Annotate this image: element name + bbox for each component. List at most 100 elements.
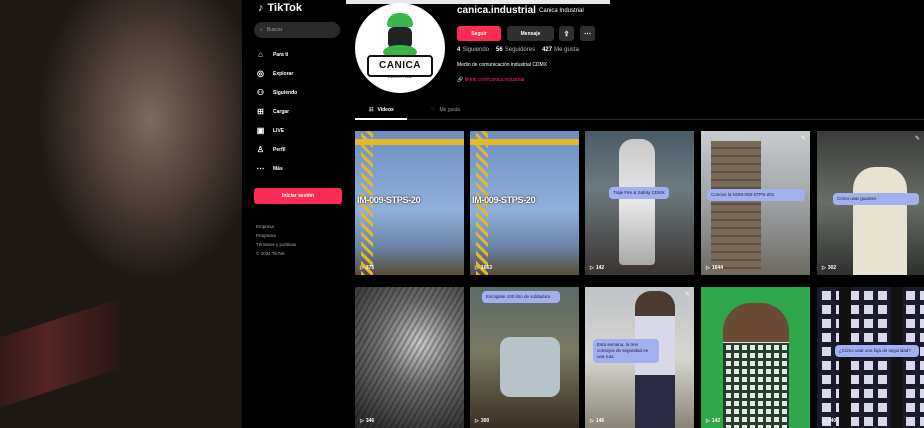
sidebar-item-siguiendo[interactable]: ⚇ Siguiendo [256,83,340,102]
profile-stats: 4 Siguiendo 56 Seguidores 427 Me gusta [457,47,579,53]
view-count-value: 346 [365,418,375,424]
video-thumbnail-figure [853,167,907,275]
video-overlay-text: IM-009-STPS-20 [472,195,536,205]
more-options-button[interactable]: ⋯ [580,26,595,41]
sidebar-item-label: Perfil [273,146,286,153]
video-tile[interactable]: ✎ Cómo usar guantes ▷ 302 [817,131,924,275]
sidebar-item-explorar[interactable]: ◎ Explorar [256,64,340,83]
stat-label: Seguidores [504,47,536,53]
play-icon: ▷ [706,418,710,424]
sidebar-nav: ⌂ Para ti ◎ Explorar ⚇ Siguiendo ⊞ Cargar ▣ L… [256,45,340,178]
sidebar-item-cargar[interactable]: ⊞ Cargar [256,102,340,121]
tiktok-logo-icon: ♪ [258,2,264,14]
sidebar: ♪ TikTok ⌕ Buscar ⌂ Para ti ◎ Explorar ⚇ Si… [242,0,346,428]
view-count: ▷ 146 [590,418,604,424]
sidebar-item-label: Más [273,165,283,172]
video-caption: Esta semana, la tres consejos de segurid… [593,339,659,363]
view-count: ▷ 346 [360,418,374,424]
view-count-value: 375 [365,265,375,271]
app-name: TikTok [267,2,302,14]
profile-avatar[interactable]: CANICA INDUSTRIAL [355,3,445,93]
likes-count: 427 Me gusta [542,47,579,53]
video-thumbnail-figure [619,139,655,265]
upload-icon: ⊞ [257,107,264,116]
view-count-value: 1663 [480,265,492,271]
ellipsis-icon: ⋯ [584,30,591,38]
sidebar-item-live[interactable]: ▣ LIVE [256,121,340,140]
video-tile[interactable]: Escogiste 100 litro de soldadura ▷ 300 [470,287,579,428]
crane-beam [470,139,579,145]
video-tile[interactable]: ✎ Conoce la NOM-009-STPS-201 ▷ 1644 [701,131,810,275]
tab-videos[interactable]: ☷ Videos [369,107,394,113]
video-caption: Conoce la NOM-009-STPS-201 [707,189,805,201]
tab-label: Videos [377,107,394,113]
video-thumbnail-strap [891,287,903,428]
video-tile[interactable]: Traje Fire & Safety CDMX ▷ 142 [585,131,694,275]
play-icon: ▷ [706,265,710,271]
play-icon: ▷ [590,265,594,271]
share-button[interactable]: ⇪ [559,26,574,41]
footer-link[interactable]: Programa [256,231,340,240]
view-count-value: 302 [827,265,837,271]
video-caption: Traje Fire & Safety CDMX [609,187,669,199]
view-count-value: 146 [595,418,605,424]
following-count[interactable]: 4 Siguiendo [457,47,489,53]
tiktok-logo[interactable]: ♪ TikTok [258,2,340,14]
avatar-sub: INDUSTRIAL [388,74,412,79]
video-thumbnail-figure [817,287,924,428]
sidebar-item-label: Cargar [273,108,290,115]
sidebar-item-label: Siguiendo [273,89,298,96]
sidebar-item-label: LIVE [273,127,285,134]
footer-link[interactable]: Términos y políticas [256,240,340,249]
profile-bio: Medio de comunicación industrial CDMX [457,62,548,68]
profile-nickname: Canica Industrial [539,8,584,14]
video-caption: Escogiste 100 litro de soldadura [482,291,560,303]
background-photo [0,0,242,428]
message-button[interactable]: Mensaje [507,26,554,41]
view-count-value: 300 [480,418,490,424]
video-thumbnail-shirt [723,343,789,428]
active-tab-indicator [355,118,407,120]
view-count: ▷ 240 [822,418,836,424]
tab-likes[interactable]: ♡ Me gusta [431,107,460,113]
play-icon: ▷ [360,418,364,424]
home-icon: ⌂ [258,50,263,59]
view-count: ▷ 142 [590,265,604,271]
sidebar-item-label: Explorar [273,70,294,77]
video-tile[interactable]: ▷ 142 [701,287,810,428]
video-thumbnail-building [711,141,761,271]
footer-copyright: © 2024 TikTok [256,251,285,256]
video-thumbnail-texture [355,287,464,428]
view-count: ▷ 1663 [475,265,492,271]
play-icon: ▷ [822,418,826,424]
video-tile[interactable]: IM-009-STPS-20 ▷ 1663 [470,131,579,275]
video-tile[interactable]: ¿Cómo usar una faja de seguridad? ▷ 240 [817,287,924,428]
avatar-brand: CANICA [379,60,421,71]
video-overlay-text: IM-009-STPS-20 [357,195,421,205]
footer-link[interactable]: Empresa [256,222,340,231]
pinned-icon: ✎ [914,136,920,142]
profile-link[interactable]: 🔗 tiktok.com/canica.industrial [457,77,524,83]
stat-value: 427 [542,47,553,53]
view-count-value: 240 [827,418,837,424]
profile-username: canica.industrial [457,5,536,16]
pinned-icon: ✎ [800,136,806,142]
video-tile[interactable]: IM-009-STPS-20 ▷ 375 [355,131,464,275]
followers-count[interactable]: 56 Seguidores [496,47,535,53]
sidebar-item-mas[interactable]: ⋯ Más [256,159,340,178]
login-button[interactable]: Iniciar sesión [254,188,342,204]
sidebar-item-perfil[interactable]: ♙ Perfil [256,140,340,159]
view-count: ▷ 300 [475,418,489,424]
sidebar-item-label: Para ti [273,51,289,58]
play-icon: ▷ [360,265,364,271]
sidebar-item-para-ti[interactable]: ⌂ Para ti [256,45,340,64]
search-input[interactable]: ⌕ Buscar [254,22,340,38]
follow-button[interactable]: Seguir [457,26,501,41]
profile-icon: ♙ [256,145,265,154]
compass-icon: ◎ [257,69,264,78]
video-tile[interactable]: ▷ 346 [355,287,464,428]
following-icon: ⚇ [256,88,265,97]
video-thumbnail-strap [839,287,851,428]
live-icon: ▣ [256,126,265,135]
video-tile[interactable]: ✎ Esta semana, la tres consejos de segur… [585,287,694,428]
